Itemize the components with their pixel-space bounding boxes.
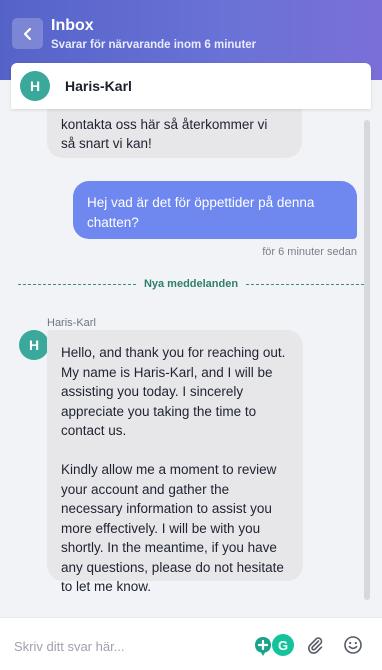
grammarly-icon[interactable]: G (272, 634, 294, 656)
message-line: kontakta oss här så återkommer vi (61, 117, 268, 132)
chevron-left-icon (23, 27, 31, 40)
agent-message: Hello, and thank you for reaching out. M… (47, 330, 303, 594)
paperclip-icon[interactable] (305, 635, 325, 655)
response-time-subtitle: Svarar för närvarande inom 6 minuter (51, 39, 257, 51)
sender-avatar: H (19, 330, 49, 360)
back-button[interactable] (12, 18, 43, 49)
composer: G (0, 617, 382, 670)
message-sender-name: Haris-Karl (47, 317, 96, 329)
chat-window: Inbox Svarar för närvarande inom 6 minut… (0, 0, 382, 670)
message-timestamp: för 6 minuter sedan (262, 246, 357, 258)
agent-bar: H Haris-Karl (11, 63, 371, 109)
new-messages-label: Nya meddelanden (143, 278, 239, 290)
agent-message-partial: kontakta oss här så återkommer vi så sna… (47, 109, 302, 158)
message-line: så snart vi kan! (61, 136, 152, 151)
message-list[interactable]: kontakta oss här så återkommer vi så sna… (0, 109, 382, 617)
grammar-plus-icon[interactable] (252, 635, 274, 657)
agent-name: Haris-Karl (65, 78, 132, 94)
scrollbar[interactable] (364, 120, 370, 600)
message-paragraph: Kindly allow me a moment to review your … (61, 462, 284, 594)
emoji-icon[interactable] (343, 635, 363, 655)
divider-line (246, 283, 365, 285)
agent-avatar: H (20, 71, 50, 101)
inbox-title: Inbox (51, 17, 94, 34)
message-paragraph: Hello, and thank you for reaching out. M… (61, 345, 286, 438)
reply-input[interactable] (14, 635, 234, 657)
user-message: Hej vad är det för öppettider på denna c… (73, 181, 357, 239)
divider-line (18, 283, 136, 285)
new-messages-divider: Nya meddelanden (18, 277, 365, 291)
